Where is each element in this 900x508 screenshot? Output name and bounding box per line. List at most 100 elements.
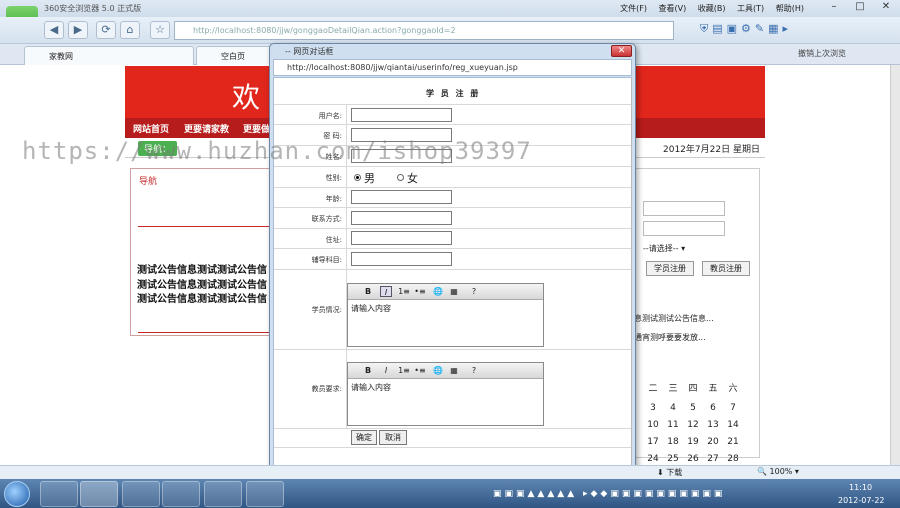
address-bar[interactable]: http://localhost:8080/jjw/gonggaoDetailQ… [174, 21, 674, 40]
undo-close-tab[interactable]: 撤销上次浏览 [798, 48, 846, 59]
login-username-input[interactable] [643, 201, 725, 216]
browser-title: 360安全浏览器 5.0 正式版 [44, 4, 142, 13]
link-icon[interactable]: 🌐 [432, 365, 444, 376]
menu-help[interactable]: 帮助(H) [776, 4, 804, 13]
login-password-input[interactable] [643, 221, 725, 236]
page-scrollbar[interactable] [890, 65, 900, 465]
address-url: http://localhost:8080/jjw/gonggaoDetailQ… [193, 26, 456, 35]
current-date: 2012年7月22日 星期日 [663, 145, 760, 155]
menu-tools[interactable]: 工具(T) [737, 4, 764, 13]
label-gender: 性别: [325, 174, 342, 182]
tab-jiajiao[interactable]: 家教网 [24, 46, 194, 65]
form-divider [274, 349, 631, 350]
taskbar-app-icon[interactable] [204, 481, 242, 507]
dialog-scrollbar [631, 77, 632, 472]
nav-request-tutor[interactable]: 更要请家教 [184, 122, 229, 135]
editor-toolbar: B I 1≡ •≡ 🌐 ▦ ? [348, 284, 543, 300]
form-divider [274, 166, 631, 167]
help-icon[interactable]: ? [468, 365, 480, 376]
form-divider [274, 187, 631, 188]
help-icon[interactable]: ? [468, 286, 480, 297]
news-item[interactable]: 息测试测试公告信息... [634, 313, 714, 324]
menu-favorites[interactable]: 收藏(B) [698, 4, 726, 13]
cancel-button[interactable]: 取消 [379, 430, 407, 445]
menu-file[interactable]: 文件(F) [620, 4, 647, 13]
gender-male-radio[interactable] [354, 174, 361, 181]
role-select[interactable]: --请选择-- ▾ [643, 243, 685, 254]
menu-bar: 文件(F) 查看(V) 收藏(B) 工具(T) 帮助(H) [611, 3, 804, 14]
divider [138, 226, 270, 227]
home-icon[interactable]: ⌂ [120, 21, 140, 39]
clock-time: 11:10 [849, 483, 873, 492]
system-tray[interactable]: ▣▣▣▲▲▲▲▲ ▸◆◆▣▣▣▣▣▣▣▣▣▣ [493, 489, 725, 499]
banner-title: 欢 [232, 81, 261, 114]
form-divider [274, 228, 631, 229]
username-input[interactable] [351, 108, 452, 122]
image-icon[interactable]: ▦ [448, 286, 460, 297]
form-divider [274, 428, 631, 429]
maximize-button[interactable]: □ [852, 1, 868, 14]
calendar-week: 24 25 26 27 28 [647, 454, 739, 464]
form-divider [274, 104, 631, 105]
taskbar-explorer-icon[interactable] [162, 481, 200, 507]
news-item[interactable]: 通宵测呼要要发放... [634, 332, 706, 343]
student-situation-editor[interactable]: B I 1≡ •≡ 🌐 ▦ ? 请输入内容 [347, 283, 544, 347]
download-button[interactable]: ⬇ 下载 [657, 467, 682, 478]
taskbar-360-browser-icon[interactable] [80, 481, 118, 507]
unordered-list-button[interactable]: •≡ [414, 286, 426, 297]
ordered-list-button[interactable]: 1≡ [398, 365, 410, 376]
tutor-requirement-editor[interactable]: B I 1≡ •≡ 🌐 ▦ ? 请输入内容 [347, 362, 544, 426]
gender-female-label: 女 [407, 172, 418, 185]
notice-panel [130, 168, 280, 336]
tab-blank[interactable]: 空白页 [196, 46, 276, 65]
back-button[interactable]: ◀ [44, 21, 64, 39]
taskbar-app-icon[interactable] [122, 481, 160, 507]
close-window-button[interactable]: ✕ [878, 1, 894, 14]
unordered-list-button[interactable]: •≡ [414, 365, 426, 376]
menu-view[interactable]: 查看(V) [659, 4, 687, 13]
calendar-header: 二三四五六 [648, 384, 738, 394]
refresh-icon[interactable]: ⟳ [96, 21, 116, 39]
notice-line: 测试公告信息测试测试公告信 [137, 280, 267, 291]
notice-line: 测试公告信息测试测试公告信 [137, 294, 267, 305]
submit-button[interactable]: 确定 [351, 430, 377, 445]
form-divider [274, 447, 631, 448]
nav-be-tutor[interactable]: 更要做 [243, 122, 270, 135]
calendar-week: 34567 [650, 403, 736, 413]
italic-button[interactable]: I [380, 286, 392, 297]
label-contact: 联系方式: [311, 215, 342, 223]
label-age: 年龄: [325, 195, 342, 203]
nav-home[interactable]: 网站首页 [133, 122, 169, 135]
contact-input[interactable] [351, 211, 452, 225]
bold-button[interactable]: B [362, 286, 374, 297]
form-title: 学 员 注 册 [426, 89, 481, 98]
link-icon[interactable]: 🌐 [432, 286, 444, 297]
dialog-close-button[interactable]: ✕ [611, 45, 632, 57]
start-button[interactable] [4, 481, 30, 507]
zoom-level[interactable]: 🔍 100% ▾ [757, 467, 799, 476]
favorite-star-icon[interactable]: ☆ [150, 21, 170, 39]
editor-placeholder: 请输入内容 [351, 304, 391, 313]
image-icon[interactable]: ▦ [448, 365, 460, 376]
toolbar-icons[interactable]: ⛨▤▣⚙✎▦▸ [700, 22, 792, 36]
gender-female-radio[interactable] [397, 174, 404, 181]
calendar-week: 10 11 12 13 14 [647, 420, 739, 430]
calendar-week: 17 18 19 20 21 [647, 437, 739, 447]
taskbar-ie-icon[interactable] [40, 481, 78, 507]
watermark: https://www.huzhan.com/ishop39397 [22, 137, 532, 165]
age-input[interactable] [351, 190, 452, 204]
bold-button[interactable]: B [362, 365, 374, 376]
minimize-button[interactable]: – [826, 1, 842, 14]
tutor-register-button[interactable]: 教员注册 [702, 261, 750, 276]
form-divider [274, 269, 631, 270]
taskbar-app-icon[interactable] [246, 481, 284, 507]
ordered-list-button[interactable]: 1≡ [398, 286, 410, 297]
subject-input[interactable] [351, 252, 452, 266]
editor-placeholder: 请输入内容 [351, 383, 391, 392]
label-subject: 辅导科目: [311, 256, 342, 264]
student-register-button[interactable]: 学员注册 [646, 261, 694, 276]
italic-button[interactable]: I [380, 365, 392, 376]
address-input[interactable] [351, 231, 452, 245]
forward-button[interactable]: ▶ [68, 21, 88, 39]
divider [138, 332, 270, 333]
